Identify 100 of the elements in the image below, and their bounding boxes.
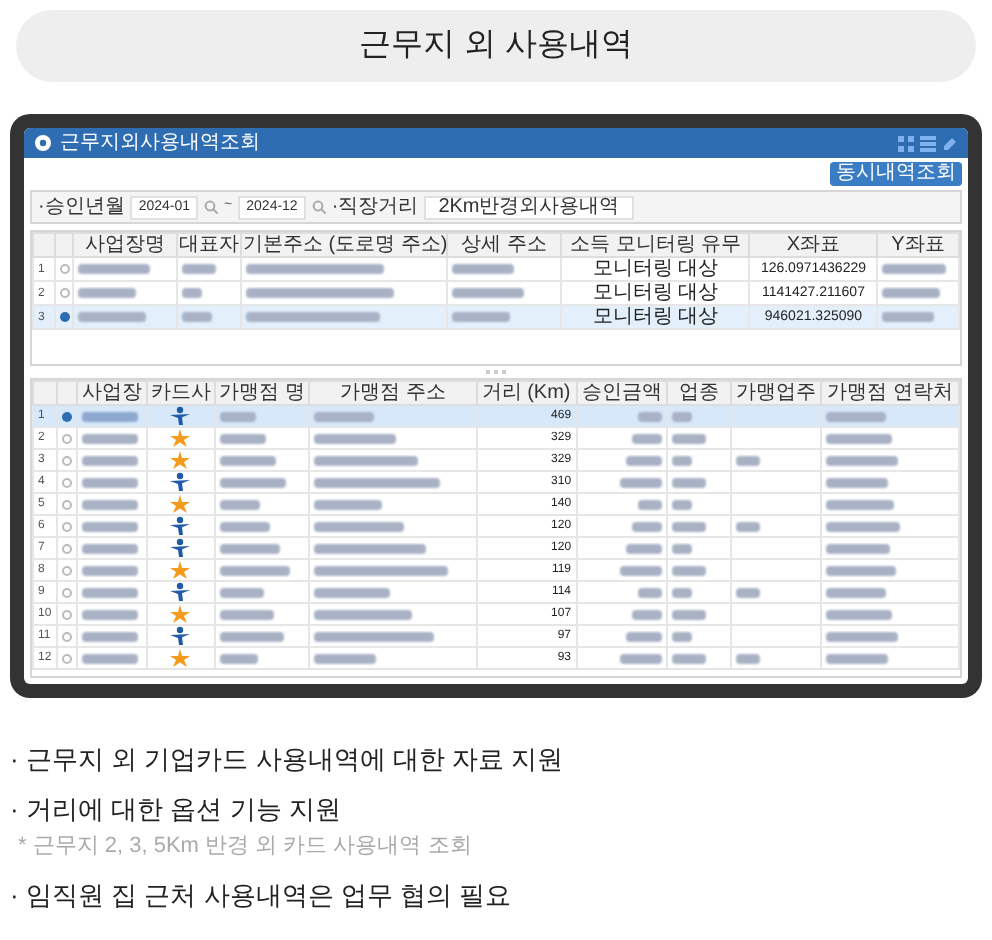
row-radio[interactable] xyxy=(62,565,73,575)
blurred-text xyxy=(672,477,707,487)
blurred-text xyxy=(219,653,257,663)
column-header: 사업장 xyxy=(76,381,148,405)
blurred-text xyxy=(314,609,413,619)
inquiry-button[interactable]: 동시내역조회 xyxy=(830,162,962,186)
column-header: 상세 주소 xyxy=(446,233,562,257)
blurred-text xyxy=(826,521,901,531)
blurred-text xyxy=(881,288,940,298)
blurred-text xyxy=(246,312,381,322)
row-radio[interactable] xyxy=(62,587,73,597)
row-radio[interactable] xyxy=(62,631,73,641)
blurred-text xyxy=(219,543,279,553)
star-logo-icon xyxy=(170,451,191,469)
column-header: 가맹점 명 xyxy=(214,381,310,405)
blurred-text xyxy=(314,433,397,443)
row-radio[interactable] xyxy=(62,477,73,487)
blurred-text xyxy=(826,653,889,663)
star-logo-icon xyxy=(170,649,191,667)
blurred-text xyxy=(314,631,435,641)
blurred-text xyxy=(219,433,265,443)
row-radio[interactable] xyxy=(60,312,71,322)
section-title: 근무지 외 사용내역 xyxy=(16,10,976,82)
blurred-text xyxy=(632,609,663,619)
blurred-text xyxy=(219,455,275,465)
blurred-text xyxy=(735,521,759,531)
star-logo-icon xyxy=(170,561,191,579)
bullet-text: · 근무지 외 기업카드 사용내역에 대한 자료 지원 xyxy=(10,742,566,776)
blurred-text xyxy=(735,587,759,597)
blurred-text xyxy=(451,264,514,274)
blurred-text xyxy=(638,411,663,421)
row-radio[interactable] xyxy=(62,653,73,663)
blurred-text xyxy=(314,455,419,465)
blurred-text xyxy=(451,288,524,298)
blurred-text xyxy=(81,631,138,641)
blurred-text xyxy=(219,565,289,575)
blurred-text xyxy=(626,543,663,553)
star-logo-icon xyxy=(170,429,191,447)
blurred-text xyxy=(314,653,377,663)
blurred-text xyxy=(314,587,391,597)
row-radio[interactable] xyxy=(62,411,73,421)
list-icon xyxy=(920,135,936,151)
row-radio[interactable] xyxy=(62,433,73,443)
splitter-handle-icon xyxy=(486,370,506,374)
blurred-text xyxy=(451,312,510,322)
blurred-text xyxy=(81,565,138,575)
blurred-text xyxy=(81,543,138,553)
blurred-text xyxy=(620,477,663,487)
column-header: Y좌표 xyxy=(876,233,959,257)
figure-logo-icon xyxy=(170,583,191,601)
blurred-text xyxy=(219,499,259,509)
blurred-text xyxy=(314,543,427,553)
blurred-text xyxy=(81,411,138,421)
blurred-text xyxy=(672,609,707,619)
blurred-text xyxy=(638,587,663,597)
blurred-text xyxy=(735,653,759,663)
blurred-text xyxy=(219,477,285,487)
column-header: 거리 (Km) xyxy=(476,381,577,405)
column-header: 가맹업주 xyxy=(730,381,822,405)
blurred-text xyxy=(219,631,283,641)
blurred-text xyxy=(181,312,212,322)
figure-logo-icon xyxy=(170,407,191,425)
column-header: 가맹점 주소 xyxy=(309,381,477,405)
column-header: 소득 모니터링 유무 xyxy=(561,233,750,257)
blurred-text xyxy=(826,565,897,575)
blurred-text xyxy=(672,455,693,465)
blurred-text xyxy=(826,411,887,421)
blurred-text xyxy=(826,433,893,443)
row-radio[interactable] xyxy=(60,264,71,274)
blurred-text xyxy=(826,609,893,619)
column-header: 기본주소 (도로명 주소) xyxy=(241,233,447,257)
blurred-text xyxy=(826,477,889,487)
blurred-text xyxy=(672,411,693,421)
blurred-text xyxy=(314,521,405,531)
row-radio[interactable] xyxy=(62,521,73,531)
column-header: X좌표 xyxy=(749,233,877,257)
row-radio[interactable] xyxy=(62,609,73,619)
row-radio[interactable] xyxy=(62,499,73,509)
blurred-text xyxy=(881,312,934,322)
star-logo-icon xyxy=(170,605,191,623)
row-radio[interactable] xyxy=(60,288,71,298)
column-header: 가맹점 연락처 xyxy=(821,381,959,405)
blurred-text xyxy=(826,499,895,509)
edit-icon xyxy=(942,135,958,151)
row-radio[interactable] xyxy=(62,455,73,465)
period-label: ·승인년월 xyxy=(38,197,125,217)
blurred-text xyxy=(314,411,375,421)
blurred-text xyxy=(81,455,138,465)
blurred-text xyxy=(246,264,385,274)
distance-select[interactable]: 2Km반경외사용내역 xyxy=(424,195,634,219)
column-header: 승인금액 xyxy=(576,381,668,405)
row-radio[interactable] xyxy=(62,543,73,553)
blurred-text xyxy=(181,288,202,298)
figure-logo-icon xyxy=(170,627,191,645)
grid-icon xyxy=(898,135,914,151)
blurred-text xyxy=(81,653,138,663)
blurred-text xyxy=(314,499,383,509)
blurred-text xyxy=(826,587,887,597)
blurred-text xyxy=(78,288,137,298)
column-header: 대표자 xyxy=(176,233,242,257)
